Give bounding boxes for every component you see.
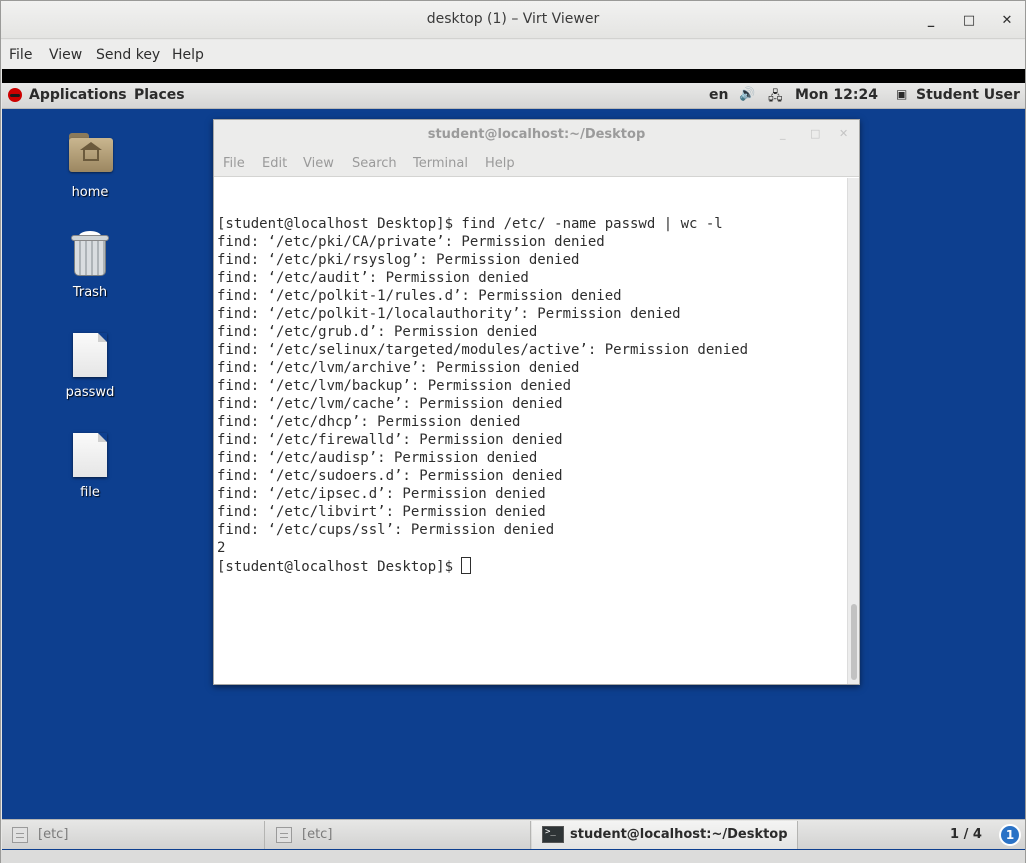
desktop-icon-label: passwd xyxy=(65,385,115,400)
terminal-line: find: ‘/etc/firewalld’: Permission denie… xyxy=(217,432,563,448)
desktop-icon-passwd[interactable]: passwd xyxy=(45,333,135,405)
terminal-line: 2 xyxy=(217,540,226,556)
taskbar-item-label: [etc] xyxy=(38,827,69,842)
terminal-titlebar[interactable]: student@localhost:~/Desktop _ □ ✕ xyxy=(214,120,859,150)
taskbar-item-etc-1[interactable]: [etc] xyxy=(2,821,265,849)
minimize-button[interactable]: _ xyxy=(920,9,942,31)
file-icon xyxy=(73,433,107,477)
volume-icon[interactable]: 🔊 xyxy=(739,87,755,102)
terminal-line: find: ‘/etc/audit’: Permission denied xyxy=(217,270,529,286)
terminal-menu-edit[interactable]: Edit xyxy=(262,156,287,171)
terminal-minimize-button[interactable]: _ xyxy=(780,127,786,140)
terminal-cursor xyxy=(461,557,472,574)
terminal-line: find: ‘/etc/sudoers.d’: Permission denie… xyxy=(217,468,563,484)
workspace-pager[interactable]: 1 / 4 xyxy=(950,827,982,842)
terminal-window[interactable]: student@localhost:~/Desktop _ □ ✕ File E… xyxy=(213,119,860,685)
close-button[interactable]: ✕ xyxy=(996,9,1018,31)
terminal-output[interactable]: [student@localhost Desktop]$ find /etc/ … xyxy=(214,178,847,684)
terminal-line: [student@localhost Desktop]$ find /etc/ … xyxy=(217,216,723,232)
terminal-menubar: File Edit View Search Terminal Help xyxy=(214,150,859,177)
terminal-menu-view[interactable]: View xyxy=(303,156,334,171)
file-manager-icon xyxy=(12,827,28,843)
clock[interactable]: Mon 12:24 xyxy=(795,87,878,103)
terminal-line: find: ‘/etc/selinux/targeted/modules/act… xyxy=(217,342,749,358)
desktop-icon-trash[interactable]: Trash xyxy=(45,231,135,303)
terminal-close-button[interactable]: ✕ xyxy=(839,127,848,140)
terminal-line: find: ‘/etc/pki/CA/private’: Permission … xyxy=(217,234,605,250)
viewer-bottom-edge xyxy=(1,850,1025,863)
terminal-maximize-button[interactable]: □ xyxy=(810,127,820,140)
terminal-line: find: ‘/etc/pki/rsyslog’: Permission den… xyxy=(217,252,580,268)
terminal-menu-search[interactable]: Search xyxy=(352,156,397,171)
places-menu[interactable]: Places xyxy=(134,87,185,103)
terminal-line: find: ‘/etc/audisp’: Permission denied xyxy=(217,450,538,466)
terminal-menu-help[interactable]: Help xyxy=(485,156,515,171)
terminal-line: find: ‘/etc/cups/ssl’: Permission denied xyxy=(217,522,555,538)
terminal-scrollbar-thumb[interactable] xyxy=(851,604,857,680)
desktop-icon-label: Trash xyxy=(72,285,108,300)
viewer-title: desktop (1) – Virt Viewer xyxy=(426,11,600,27)
redhat-logo-icon xyxy=(8,88,22,102)
viewer-menubar: File View Send key Help xyxy=(1,40,1025,69)
taskbar-item-label: [etc] xyxy=(302,827,333,842)
terminal-line: find: ‘/etc/dhcp’: Permission denied xyxy=(217,414,521,430)
taskbar-item-label: student@localhost:~/Desktop xyxy=(570,827,788,842)
desktop-icon-label: home xyxy=(71,185,109,200)
terminal-line: find: ‘/etc/polkit-1/rules.d’: Permissio… xyxy=(217,288,622,304)
viewer-titlebar[interactable]: desktop (1) – Virt Viewer _ □ ✕ xyxy=(1,1,1025,39)
terminal-prompt: [student@localhost Desktop]$ xyxy=(217,559,462,575)
viewer-menu-file[interactable]: File xyxy=(9,47,32,63)
terminal-line: find: ‘/etc/grub.d’: Permission denied xyxy=(217,324,538,340)
guest-letterbox xyxy=(2,69,1025,83)
network-icon[interactable]: 🖧 xyxy=(768,87,783,109)
file-manager-icon xyxy=(276,827,292,843)
guest-screen[interactable]: Applications Places en 🔊 🖧 Mon 12:24 ▣ S… xyxy=(2,69,1025,863)
notification-icon[interactable]: 1 xyxy=(999,824,1021,846)
file-icon xyxy=(73,333,107,377)
terminal-scrollbar[interactable] xyxy=(847,178,859,684)
user-menu[interactable]: Student User xyxy=(916,87,1020,103)
home-folder-icon xyxy=(69,133,113,172)
terminal-icon xyxy=(542,826,564,843)
terminal-line: find: ‘/etc/libvirt’: Permission denied xyxy=(217,504,546,520)
trash-icon xyxy=(71,231,109,276)
terminal-menu-file[interactable]: File xyxy=(223,156,245,171)
applications-menu[interactable]: Applications xyxy=(29,87,127,103)
terminal-text: [student@localhost Desktop]$ find /etc/ … xyxy=(217,179,748,594)
viewer-menu-send-key[interactable]: Send key xyxy=(96,47,160,63)
desktop-icon-label: file xyxy=(80,485,100,500)
viewer-menu-view[interactable]: View xyxy=(49,47,82,63)
maximize-button[interactable]: □ xyxy=(958,9,980,31)
terminal-menu-terminal[interactable]: Terminal xyxy=(413,156,468,171)
desktop-icon-home[interactable]: home xyxy=(45,133,135,203)
terminal-line: find: ‘/etc/lvm/cache’: Permission denie… xyxy=(217,396,563,412)
terminal-line: find: ‘/etc/lvm/archive’: Permission den… xyxy=(217,360,580,376)
gnome-top-panel: Applications Places en 🔊 🖧 Mon 12:24 ▣ S… xyxy=(2,83,1025,109)
terminal-line: find: ‘/etc/ipsec.d’: Permission denied xyxy=(217,486,546,502)
terminal-line: find: ‘/etc/polkit-1/localauthority’: Pe… xyxy=(217,306,681,322)
terminal-title: student@localhost:~/Desktop xyxy=(427,127,646,142)
user-icon: ▣ xyxy=(896,87,908,101)
desktop-icon-file[interactable]: file xyxy=(45,433,135,505)
gnome-bottom-panel: [etc] [etc] student@localhost:~/Desktop … xyxy=(2,819,1025,849)
virt-viewer-window: desktop (1) – Virt Viewer _ □ ✕ File Vie… xyxy=(0,0,1026,863)
viewer-menu-help[interactable]: Help xyxy=(172,47,204,63)
input-language-indicator[interactable]: en xyxy=(709,87,728,103)
terminal-line: find: ‘/etc/lvm/backup’: Permission deni… xyxy=(217,378,572,394)
taskbar-item-terminal[interactable]: student@localhost:~/Desktop xyxy=(532,821,798,849)
taskbar-item-etc-2[interactable]: [etc] xyxy=(266,821,531,849)
